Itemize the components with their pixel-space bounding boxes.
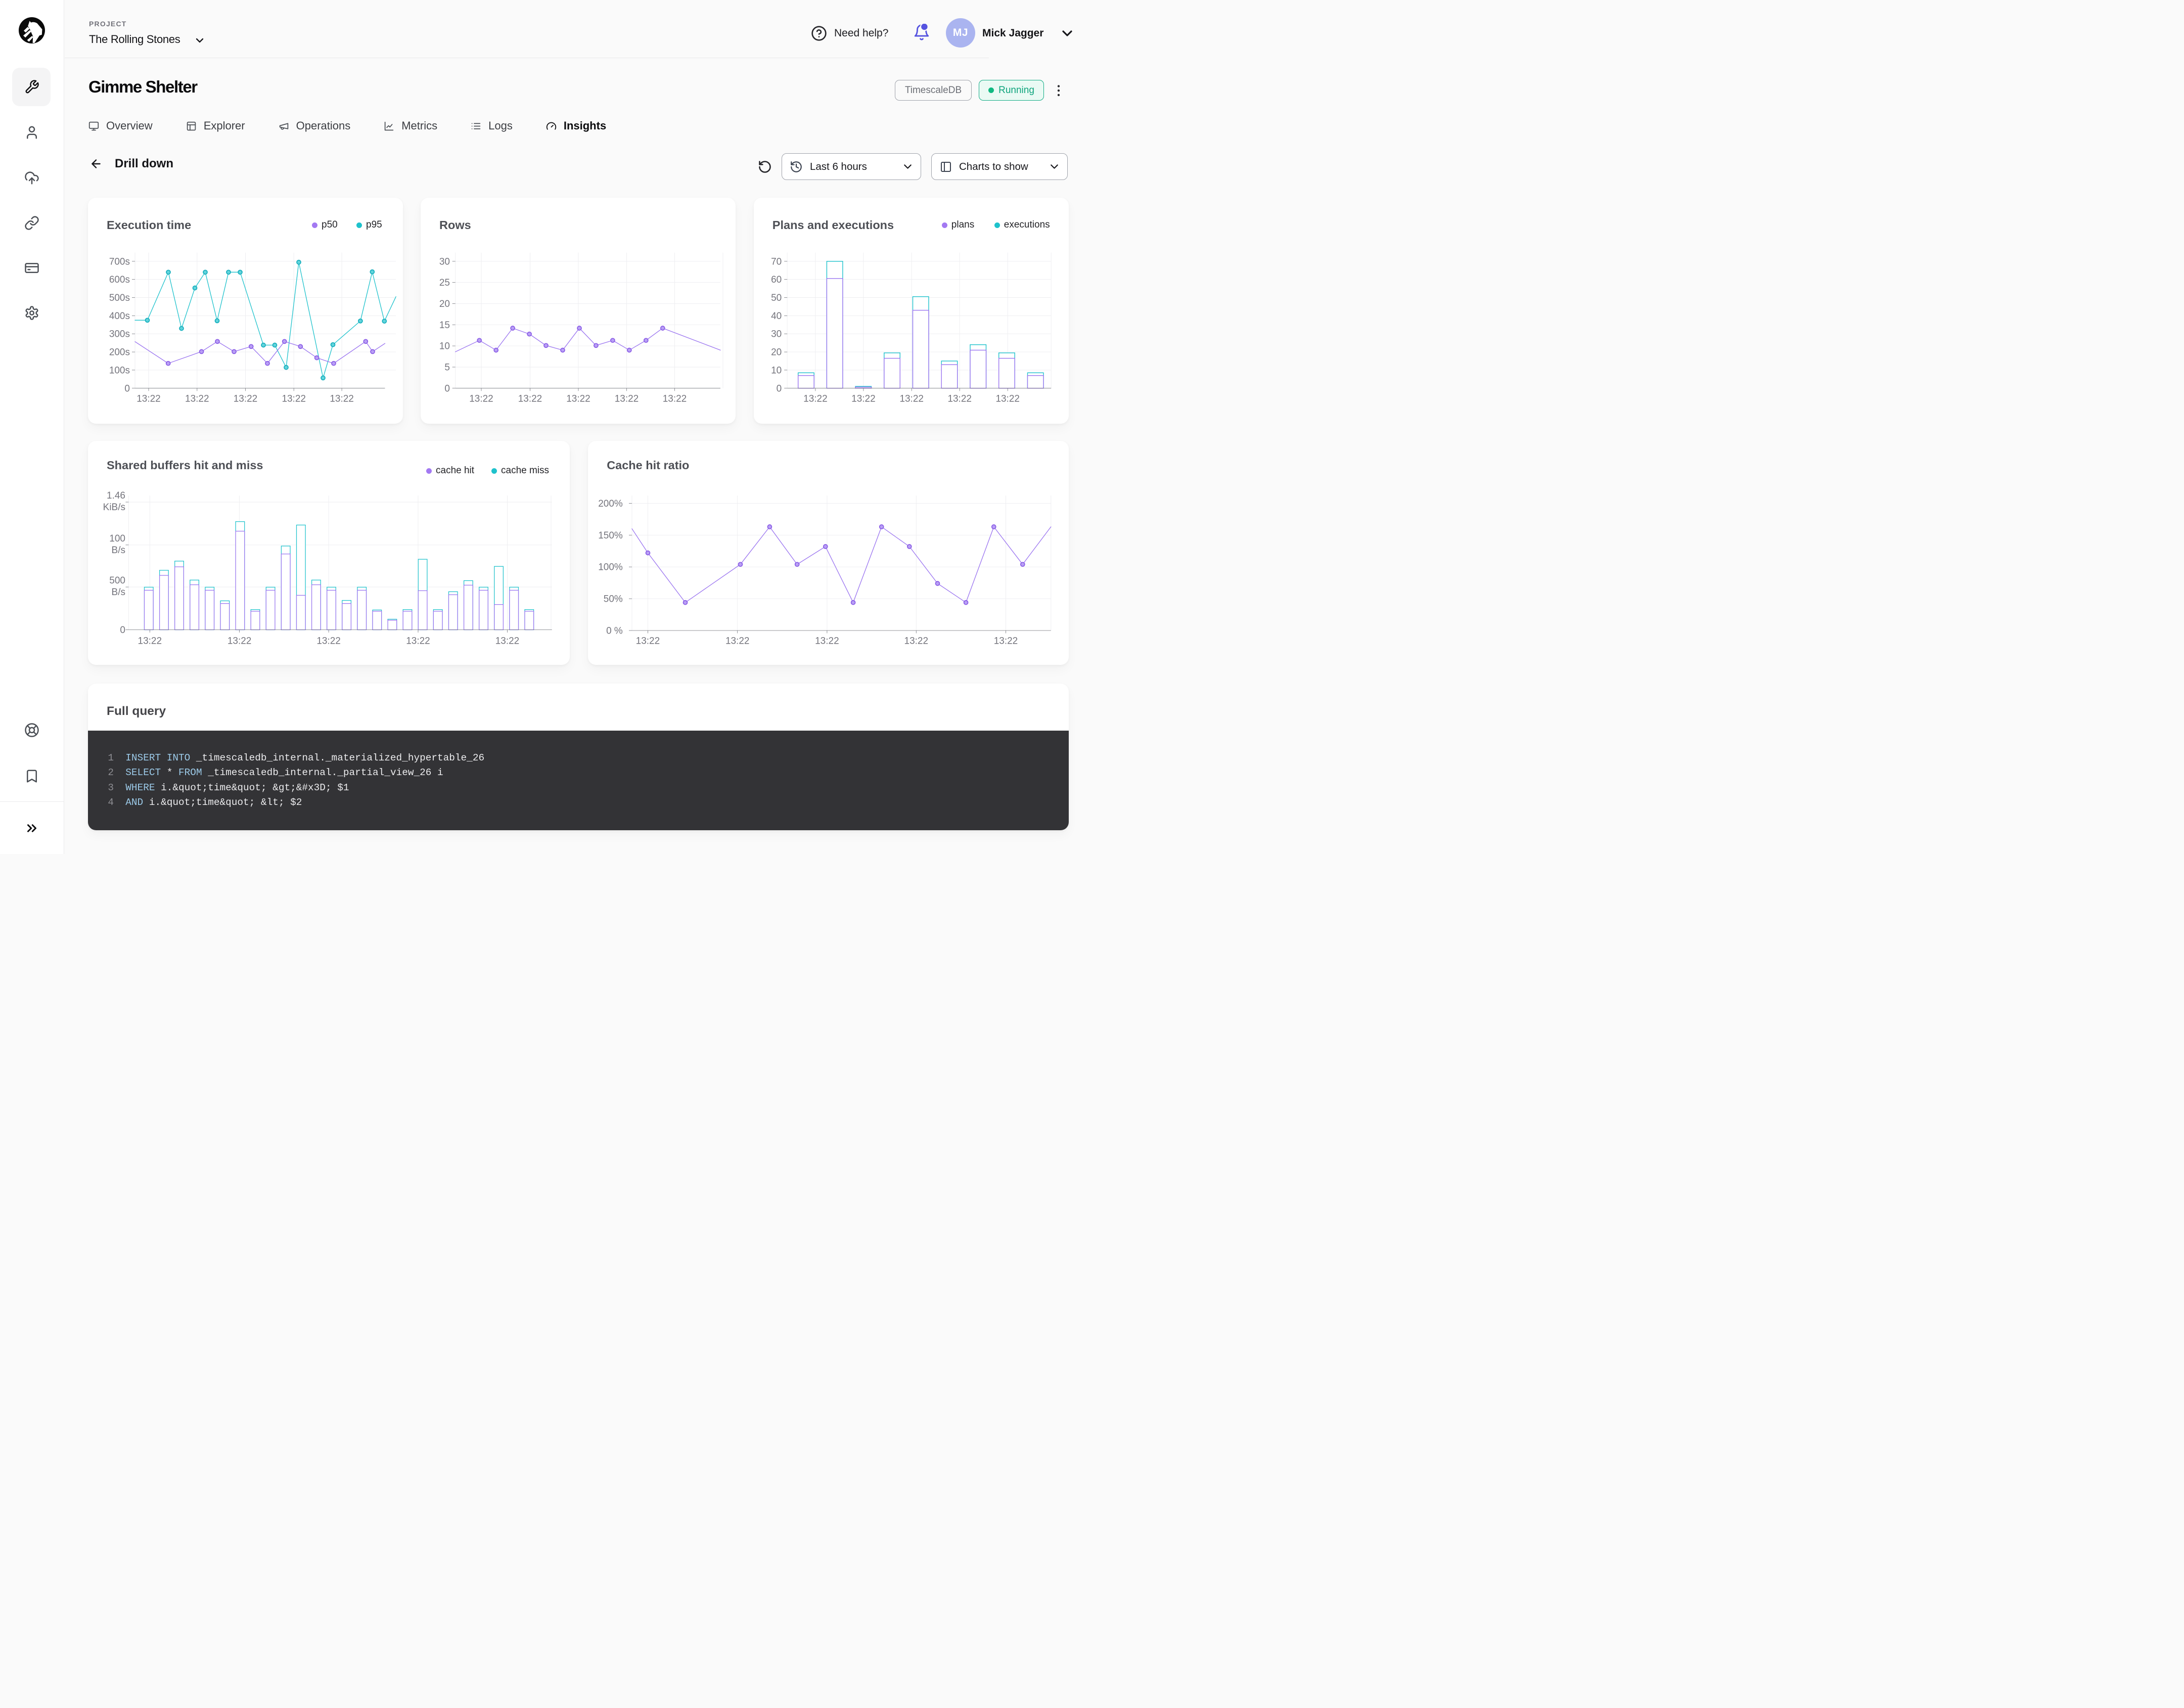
svg-text:13:22: 13:22 xyxy=(995,393,1020,404)
svg-text:B/s: B/s xyxy=(112,587,125,598)
svg-text:13:22: 13:22 xyxy=(185,393,209,404)
svg-text:700s: 700s xyxy=(109,256,130,267)
svg-text:400s: 400s xyxy=(109,311,130,322)
svg-text:13:22: 13:22 xyxy=(636,636,660,646)
svg-text:100%: 100% xyxy=(598,562,623,573)
svg-text:5: 5 xyxy=(444,362,450,373)
svg-text:13:22: 13:22 xyxy=(663,393,687,404)
svg-text:25: 25 xyxy=(439,278,450,288)
svg-text:20: 20 xyxy=(771,347,782,358)
svg-text:13:22: 13:22 xyxy=(138,636,162,646)
svg-text:13:22: 13:22 xyxy=(725,636,750,646)
svg-text:50: 50 xyxy=(771,293,782,303)
svg-text:13:22: 13:22 xyxy=(994,636,1018,646)
svg-text:B/s: B/s xyxy=(112,545,125,556)
svg-text:10: 10 xyxy=(771,365,782,376)
svg-text:20: 20 xyxy=(439,299,450,309)
svg-text:13:22: 13:22 xyxy=(282,393,306,404)
svg-text:0: 0 xyxy=(776,383,782,394)
svg-text:13:22: 13:22 xyxy=(615,393,639,404)
svg-text:13:22: 13:22 xyxy=(899,393,924,404)
svg-text:13:22: 13:22 xyxy=(228,636,252,646)
svg-text:200s: 200s xyxy=(109,347,130,358)
svg-text:100s: 100s xyxy=(109,365,130,376)
svg-text:1.46: 1.46 xyxy=(107,490,125,501)
svg-text:13:22: 13:22 xyxy=(947,393,972,404)
svg-text:13:22: 13:22 xyxy=(495,636,520,646)
svg-text:500s: 500s xyxy=(109,293,130,303)
svg-text:70: 70 xyxy=(771,256,782,267)
svg-text:13:22: 13:22 xyxy=(406,636,430,646)
svg-text:13:22: 13:22 xyxy=(518,393,542,404)
svg-text:100: 100 xyxy=(109,533,125,544)
svg-text:40: 40 xyxy=(771,311,782,322)
svg-text:500: 500 xyxy=(109,575,125,586)
svg-text:10: 10 xyxy=(439,341,450,352)
svg-text:KiB/s: KiB/s xyxy=(103,502,125,513)
svg-text:15: 15 xyxy=(439,320,450,331)
svg-text:13:22: 13:22 xyxy=(803,393,828,404)
svg-text:200%: 200% xyxy=(598,499,623,509)
svg-text:13:22: 13:22 xyxy=(566,393,590,404)
svg-text:600s: 600s xyxy=(109,275,130,285)
svg-text:60: 60 xyxy=(771,275,782,285)
svg-text:50%: 50% xyxy=(604,594,623,605)
svg-text:13:22: 13:22 xyxy=(330,393,354,404)
svg-text:13:22: 13:22 xyxy=(469,393,493,404)
svg-text:13:22: 13:22 xyxy=(851,393,876,404)
svg-text:150%: 150% xyxy=(598,530,623,541)
svg-text:13:22: 13:22 xyxy=(904,636,929,646)
svg-text:13:22: 13:22 xyxy=(815,636,839,646)
svg-text:300s: 300s xyxy=(109,329,130,340)
svg-text:30: 30 xyxy=(771,329,782,340)
svg-text:0: 0 xyxy=(120,625,125,636)
svg-text:13:22: 13:22 xyxy=(316,636,341,646)
svg-text:0 %: 0 % xyxy=(606,625,623,636)
svg-text:13:22: 13:22 xyxy=(136,393,161,404)
svg-text:0: 0 xyxy=(444,383,450,394)
svg-text:30: 30 xyxy=(439,256,450,267)
svg-text:0: 0 xyxy=(124,383,130,394)
svg-text:13:22: 13:22 xyxy=(234,393,258,404)
